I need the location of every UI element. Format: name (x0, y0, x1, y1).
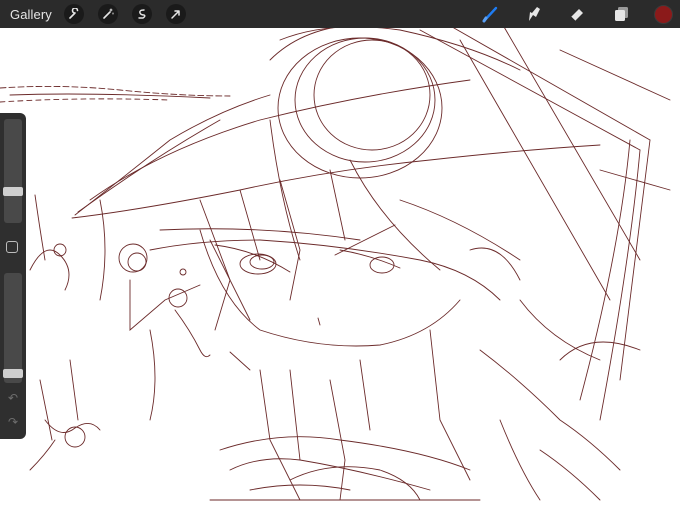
brush-size-slider[interactable] (3, 119, 23, 223)
redo-icon[interactable]: ↷ (6, 415, 20, 429)
opacity-thumb[interactable] (3, 368, 23, 378)
eraser-button[interactable] (567, 4, 587, 24)
layers-button[interactable] (611, 4, 631, 24)
left-sidebar: ↶ ↷ (0, 113, 26, 439)
undo-icon[interactable]: ↶ (6, 391, 20, 405)
brush-button[interactable] (480, 4, 500, 24)
top-toolbar: Gallery (0, 0, 680, 28)
brush-size-thumb[interactable] (3, 187, 23, 197)
smudge-icon (529, 7, 540, 21)
drawing-canvas[interactable] (0, 0, 680, 510)
eraser-icon (570, 9, 583, 22)
right-toolbar (0, 0, 680, 28)
opacity-slider[interactable] (3, 273, 23, 383)
brush-icon (482, 6, 498, 23)
color-picker-button[interactable] (654, 5, 673, 24)
layers-icon (615, 7, 628, 21)
smudge-button[interactable] (524, 4, 544, 24)
modify-button[interactable] (6, 241, 18, 253)
